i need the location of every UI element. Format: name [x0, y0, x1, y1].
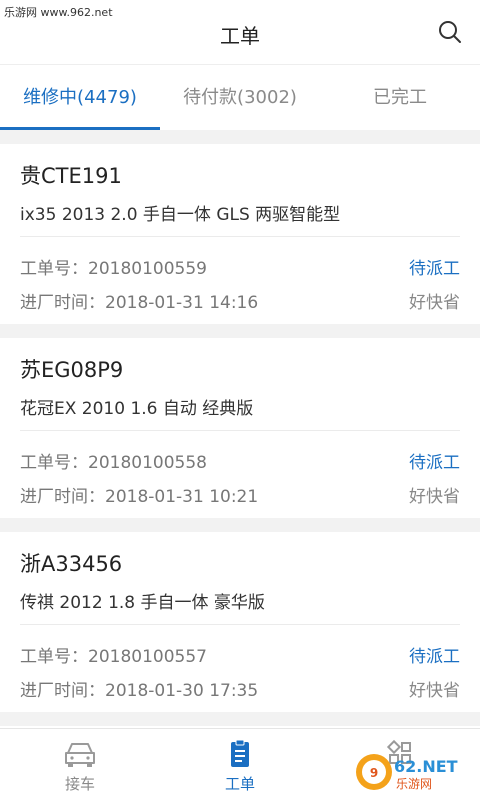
shop-name: 好快省 — [409, 681, 460, 701]
order-number: 工单号：20180100558 — [20, 453, 207, 473]
order-number: 工单号：20180100559 — [20, 259, 207, 279]
svg-text:62.NET: 62.NET — [394, 757, 458, 776]
tab-in-repair[interactable]: 维修中(4479) — [0, 65, 160, 131]
watermark-text: 乐游网 www.962.net — [4, 6, 113, 19]
watermark-logo: 9 62.NET 乐游网 — [356, 754, 458, 791]
vehicle-model: 传祺 2012 1.8 手自一体 豪华版 — [20, 593, 265, 613]
nav-label: 接车 — [64, 775, 95, 793]
car-icon — [65, 743, 95, 767]
plate-number: 苏EG08P9 — [20, 358, 124, 382]
tab-completed[interactable]: 已完工 — [320, 65, 480, 131]
search-icon[interactable] — [438, 20, 462, 44]
vehicle-model: ix35 2013 2.0 手自一体 GLS 两驱智能型 — [20, 205, 341, 225]
status-badge: 待派工 — [409, 259, 460, 279]
svg-text:9: 9 — [370, 766, 378, 780]
svg-text:乐游网: 乐游网 — [396, 777, 432, 791]
card-divider — [20, 624, 460, 625]
card-divider — [20, 430, 460, 431]
shop-name: 好快省 — [409, 293, 460, 313]
plate-number: 贵CTE191 — [20, 164, 122, 188]
entry-time: 进厂时间：2018-01-30 17:35 — [20, 681, 259, 701]
page-title: 工单 — [220, 24, 260, 48]
status-badge: 待派工 — [409, 647, 460, 667]
nav-item-reception[interactable]: 接车 — [0, 729, 160, 800]
work-order-card[interactable]: 苏EG08P9 花冠EX 2010 1.6 自动 经典版 工单号：2018010… — [0, 338, 480, 518]
plate-number: 浙A33456 — [20, 552, 123, 576]
work-order-card[interactable]: 浙A33456 传祺 2012 1.8 手自一体 豪华版 工单号：2018010… — [0, 532, 480, 712]
status-badge: 待派工 — [409, 453, 460, 473]
nav-label: 工单 — [224, 775, 255, 793]
nav-item-work-orders[interactable]: 工单 — [160, 729, 320, 800]
entry-time: 进厂时间：2018-01-31 10:21 — [20, 487, 259, 507]
vehicle-model: 花冠EX 2010 1.6 自动 经典版 — [20, 399, 254, 419]
tab-pending-payment[interactable]: 待付款(3002) — [160, 65, 320, 131]
clipboard-icon — [231, 739, 249, 767]
card-divider — [20, 236, 460, 237]
entry-time: 进厂时间：2018-01-31 14:16 — [20, 293, 259, 313]
shop-name: 好快省 — [409, 487, 460, 507]
order-number: 工单号：20180100557 — [20, 647, 207, 667]
status-tabs: 维修中(4479) 待付款(3002) 已完工 — [0, 64, 480, 130]
active-tab-indicator — [0, 127, 160, 130]
work-order-card[interactable]: 贵CTE191 ix35 2013 2.0 手自一体 GLS 两驱智能型 工单号… — [0, 144, 480, 324]
